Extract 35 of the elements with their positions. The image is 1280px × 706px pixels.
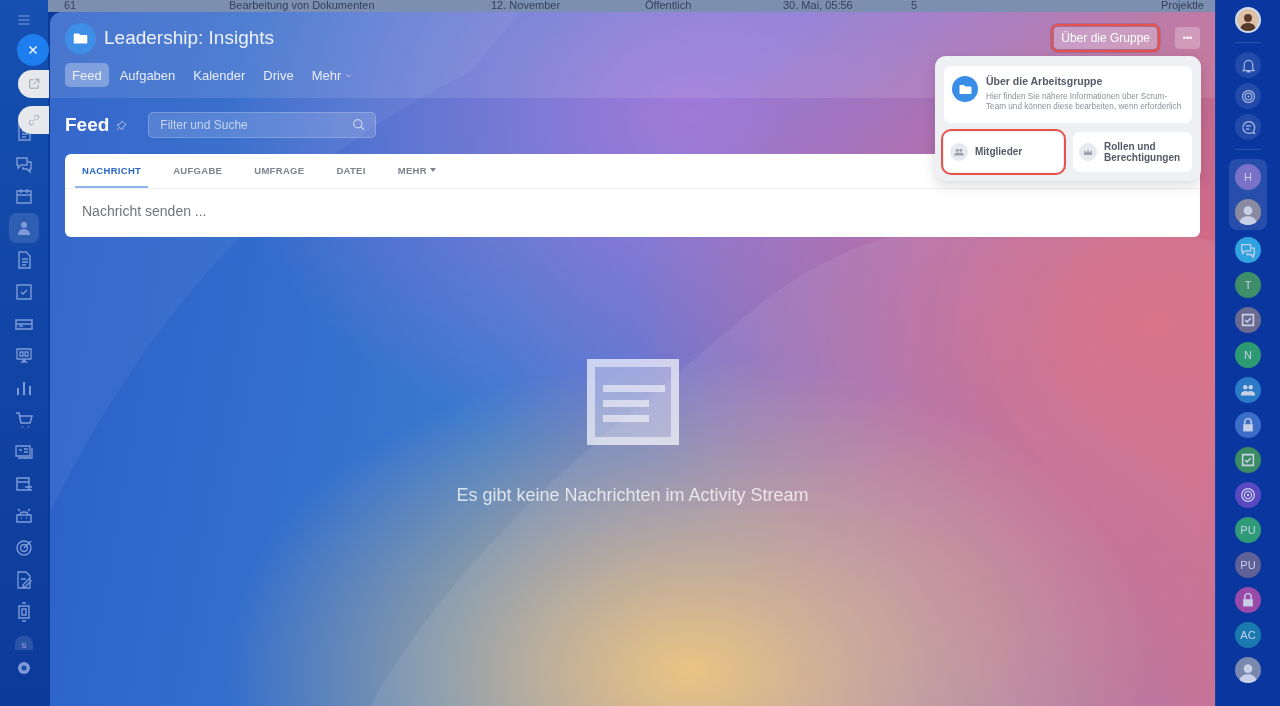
nav-tab[interactable]: Mehr <box>304 63 361 87</box>
about-workgroup-card[interactable]: Über die Arbeitsgruppe Hier finden Sie nähere Informationen über Scrum-Team und können diese bearbeiten, wenn erforderlich <box>944 66 1192 123</box>
card-title: Über die Arbeitsgruppe <box>986 75 1104 87</box>
group-title: Leadership: Insights <box>104 27 275 49</box>
table-cell-text: Öffentlich <box>645 0 693 12</box>
nav-tab[interactable]: Drive <box>256 63 301 87</box>
table-cell: Projektle <box>1161 0 1204 12</box>
composer-tab[interactable]: NACHRICHT <box>75 154 149 188</box>
table-cell-text: 30. Mai, 05:56 <box>783 0 854 12</box>
about-group-button[interactable]: Über die Gruppe <box>1054 27 1157 49</box>
table-cell-text: 12. November <box>491 0 562 12</box>
composer-tab[interactable]: AUFGABE <box>166 154 230 188</box>
more-button[interactable]: ••• <box>1175 27 1200 49</box>
user-badge: S <box>15 636 33 650</box>
empty-state-message: Es gibt keine Nachrichten im Activity Stream <box>456 485 809 506</box>
nav-tab[interactable]: Feed <box>65 63 109 87</box>
chat-avatar[interactable]: H <box>1235 164 1261 190</box>
nav-tab[interactable]: Aufgaben <box>112 63 183 87</box>
nav-tab[interactable]: Kalender <box>186 63 253 87</box>
chat-avatar[interactable]: PU <box>1235 552 1261 578</box>
table-cell-text: 5 <box>911 0 919 12</box>
members-button[interactable]: Mitglieder <box>944 131 1063 172</box>
composer-tab[interactable]: UMFRAGE <box>247 154 312 188</box>
composer-tab[interactable]: MEHR <box>390 154 443 188</box>
feed-title: Feed <box>65 114 110 136</box>
chat-avatar[interactable]: T <box>1235 272 1261 298</box>
chat-avatar[interactable]: N <box>1235 342 1261 368</box>
card-description: Hier finden Sie nähere Informationen über Scrum-Team und können diese bearbeiten, wenn erforderlich <box>986 92 1183 113</box>
table-cell-text: 61 <box>64 0 78 12</box>
chat-avatar[interactable]: AC <box>1235 622 1261 648</box>
composer-tab[interactable]: DATEI <box>329 154 373 188</box>
table-cell-text: Bearbeitung von Dokumenten <box>228 0 376 12</box>
chat-avatar[interactable]: PU <box>1235 517 1261 543</box>
message-field[interactable]: Nachricht senden ... <box>65 189 499 233</box>
roles-button[interactable]: Rollen und Berechtigungen <box>1073 131 1192 172</box>
